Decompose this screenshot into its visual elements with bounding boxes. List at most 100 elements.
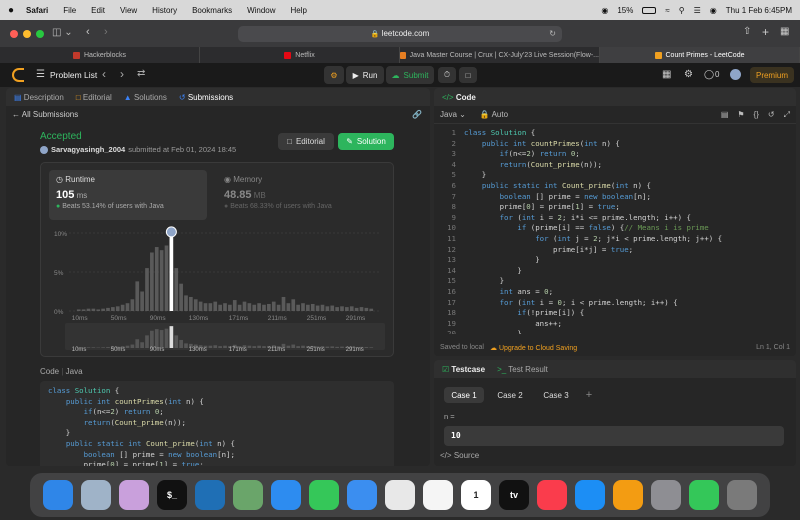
bar[interactable] [164, 245, 169, 311]
browser-tab-leetcode[interactable]: Count Primes - LeetCode [600, 47, 800, 63]
submitter-name[interactable]: Sarvagyasingh_2004 [51, 145, 125, 154]
case-1-tab[interactable]: Case 1 [444, 387, 484, 403]
test-result-tab[interactable]: >_ Test Result [497, 365, 548, 374]
bar[interactable] [325, 306, 330, 311]
bar[interactable] [257, 303, 261, 311]
bar[interactable] [320, 304, 325, 311]
timer-button[interactable]: ⏱ [438, 67, 456, 83]
bar[interactable] [237, 304, 242, 311]
bar[interactable] [154, 247, 159, 311]
editorial-button[interactable]: □ Editorial [278, 133, 334, 150]
bar[interactable] [359, 307, 364, 311]
menu-help[interactable]: Help [291, 6, 307, 15]
bar[interactable] [145, 268, 149, 311]
tab-submissions[interactable]: ↺ Submissions [179, 93, 233, 102]
finder-icon[interactable] [43, 480, 73, 510]
siri-icon[interactable]: ◉ [710, 6, 717, 15]
code-line[interactable]: 18 if(!prime[i]) { [434, 308, 796, 319]
code-line[interactable]: 10 if (prime[i] == false) {// Means i is… [434, 223, 796, 234]
language-select[interactable]: Java ⌄ [440, 110, 466, 119]
shuffle-icon[interactable]: ⇄ [137, 68, 145, 79]
code-line[interactable]: 2 public int countPrimes(int n) { [434, 139, 796, 150]
bar[interactable] [345, 307, 349, 311]
link-icon[interactable]: 🔗 [412, 110, 422, 119]
bar[interactable] [291, 299, 296, 311]
code-line[interactable]: 13 } [434, 255, 796, 266]
code-line[interactable]: public static int Count_prime(int n) { [48, 439, 386, 450]
bar[interactable] [125, 303, 130, 311]
code-line[interactable]: 3 if(n<=2) return 0; [434, 149, 796, 160]
bar[interactable] [296, 304, 300, 311]
bar[interactable] [354, 307, 359, 311]
tab-description[interactable]: ▤ Description [14, 93, 64, 102]
bar[interactable] [315, 305, 320, 311]
appletv-icon[interactable]: tv [499, 480, 529, 510]
code-line[interactable]: 16 int ans = 0; [434, 287, 796, 298]
terminal-icon[interactable]: $_ [157, 480, 187, 510]
add-tab-icon[interactable]: + [762, 25, 769, 39]
user-avatar[interactable] [40, 145, 48, 154]
bar[interactable] [247, 303, 252, 311]
code-line[interactable]: 15 } [434, 276, 796, 287]
bar[interactable] [184, 295, 188, 311]
code-line[interactable]: return(Count_prime(n)); [48, 418, 386, 429]
leetcode-logo-icon[interactable] [12, 68, 24, 82]
bar[interactable] [335, 307, 339, 311]
solution-button[interactable]: ✎ Solution [338, 133, 394, 150]
vscode-icon[interactable] [195, 480, 225, 510]
code-line[interactable]: if(n<=2) return 0; [48, 407, 386, 418]
preview-icon[interactable] [81, 480, 111, 510]
code-line[interactable]: boolean [] prime = new boolean[n]; [48, 450, 386, 461]
music-icon[interactable] [537, 480, 567, 510]
add-case-button[interactable]: + [582, 387, 596, 403]
runtime-distribution-chart[interactable]: 10% 5% 0% 10ms 50ms 90ms 130ms 171ms 211ms 251ms 2… [41, 223, 395, 358]
bar[interactable] [218, 304, 222, 311]
gear-icon[interactable]: ⚙ [684, 69, 693, 80]
browser-tab-netflix[interactable]: Netflix [200, 47, 400, 63]
menu-edit[interactable]: Edit [91, 6, 105, 15]
bar[interactable] [179, 283, 183, 311]
bar[interactable] [106, 307, 110, 311]
bar[interactable] [115, 306, 120, 311]
bar[interactable] [242, 301, 247, 311]
settings-icon[interactable] [651, 480, 681, 510]
bar[interactable] [140, 291, 144, 312]
code-line[interactable]: 12 prime[i*j] = true; [434, 245, 796, 256]
tab-overview-icon[interactable]: ▦ [780, 26, 789, 37]
bar[interactable] [111, 307, 115, 311]
memory-card[interactable]: ◉ Memory 48.85 MB ● Beats 68.33% of user… [217, 170, 385, 220]
code-line[interactable]: 8 prime[0] = prime[1] = true; [434, 202, 796, 213]
bar[interactable] [198, 301, 203, 311]
launchpad-icon[interactable] [119, 480, 149, 510]
testcase-input[interactable]: 10 [444, 426, 784, 446]
bar[interactable] [232, 300, 237, 311]
menu-view[interactable]: View [120, 6, 137, 15]
all-submissions-link[interactable]: ← All Submissions [12, 110, 78, 119]
share-icon[interactable]: ⇧ [743, 26, 751, 37]
menu-window[interactable]: Window [247, 6, 275, 15]
bookmark-icon[interactable]: ⚑ [737, 110, 744, 120]
battery-icon[interactable] [642, 6, 657, 14]
bar[interactable] [208, 303, 213, 311]
control-center-icon[interactable]: ☰ [694, 6, 701, 15]
case-3-tab[interactable]: Case 3 [536, 387, 576, 403]
fullscreen-icon[interactable]: ⤢ [784, 110, 790, 120]
bar[interactable] [120, 304, 125, 311]
tab-solutions[interactable]: ▲ Solutions [124, 93, 167, 102]
bar[interactable] [369, 308, 374, 311]
bar[interactable] [349, 306, 354, 311]
bar[interactable] [150, 252, 154, 312]
reload-icon[interactable]: ↻ [549, 26, 556, 42]
maps-icon[interactable] [233, 480, 263, 510]
code-line[interactable]: 6 public static int Count_prime(int n) { [434, 181, 796, 192]
code-line[interactable]: 11 for (int j = 2; j*i < prime.length; j… [434, 234, 796, 245]
code-line[interactable]: class Solution { [48, 386, 386, 397]
streak-icon[interactable]: ◯ [704, 69, 714, 80]
prev-problem-icon[interactable]: ‹ [102, 67, 106, 81]
problem-list-link[interactable]: Problem List [50, 70, 97, 80]
bar[interactable] [271, 301, 276, 311]
premium-button[interactable]: Premium [750, 67, 794, 83]
bar[interactable] [310, 303, 315, 311]
bar[interactable] [135, 281, 140, 311]
menu-bookmarks[interactable]: Bookmarks [192, 6, 232, 15]
